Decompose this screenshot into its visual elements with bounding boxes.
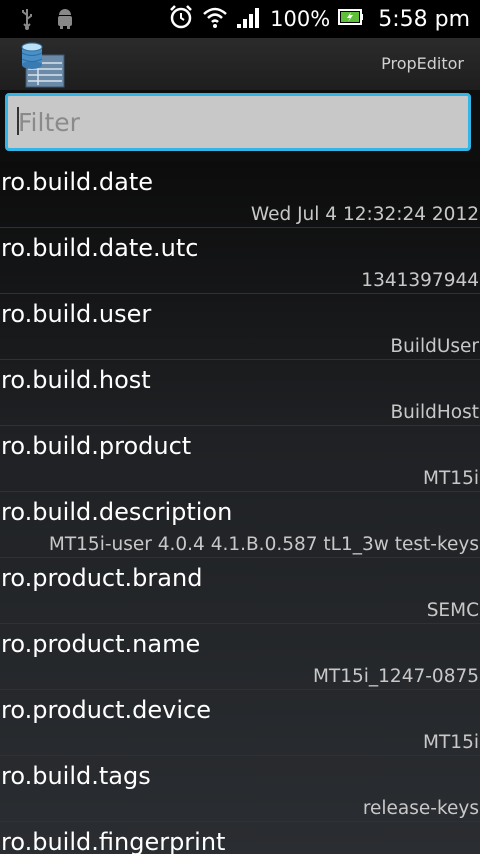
property-value: MT15i xyxy=(423,732,479,753)
text-cursor xyxy=(17,107,19,135)
property-key: ro.build.fingerprint xyxy=(1,828,226,854)
app-title: PropEditor xyxy=(381,54,464,73)
property-value: BuildHost xyxy=(390,402,479,423)
list-item[interactable]: ro.build.host BuildHost xyxy=(0,360,480,426)
list-item[interactable]: ro.build.description MT15i-user 4.0.4 4.1… xyxy=(0,492,480,558)
list-item[interactable]: ro.build.date.utc 1341397944 xyxy=(0,228,480,294)
list-item[interactable]: ro.build.date Wed Jul 4 12:32:24 2012 xyxy=(0,162,480,228)
property-value: SEMC xyxy=(426,600,479,621)
list-item[interactable]: ro.product.name MT15i_1247-0875 xyxy=(0,624,480,690)
battery-percent: 100% xyxy=(270,7,331,31)
property-value: MT15i xyxy=(423,468,479,489)
wifi-icon xyxy=(202,5,228,33)
usb-icon xyxy=(20,7,34,35)
signal-icon xyxy=(236,5,262,33)
property-value: release-keys xyxy=(362,798,479,819)
property-key: ro.product.name xyxy=(1,630,201,658)
status-bar: 100% 5:58 pm xyxy=(0,0,480,38)
property-key: ro.build.tags xyxy=(1,762,151,790)
property-value: BuildUser xyxy=(390,336,479,357)
list-item[interactable]: ro.build.fingerprint xyxy=(0,822,480,854)
android-debug-icon xyxy=(56,7,74,35)
property-list[interactable]: ro.build.date Wed Jul 4 12:32:24 2012 ro.b… xyxy=(0,162,480,854)
clock-time: 5:58 pm xyxy=(378,6,470,32)
property-value: 1341397944 xyxy=(361,270,479,291)
property-key: ro.build.host xyxy=(1,366,151,394)
list-item[interactable]: ro.build.product MT15i xyxy=(0,426,480,492)
filter-input[interactable] xyxy=(5,93,471,151)
filter-bar xyxy=(0,90,480,162)
property-key: ro.build.date.utc xyxy=(1,234,199,262)
list-item[interactable]: ro.product.brand SEMC xyxy=(0,558,480,624)
property-key: ro.product.device xyxy=(1,696,211,724)
list-item[interactable]: ro.product.device MT15i xyxy=(0,690,480,756)
list-item[interactable]: ro.build.tags release-keys xyxy=(0,756,480,822)
alarm-clock-icon xyxy=(168,4,194,34)
action-bar: PropEditor xyxy=(0,38,480,90)
property-key: ro.build.description xyxy=(1,498,233,526)
property-key: ro.product.brand xyxy=(1,564,203,592)
property-key: ro.build.date xyxy=(1,168,153,196)
database-icon[interactable] xyxy=(18,41,68,89)
property-value: MT15i-user 4.0.4 4.1.B.0.587 tL1_3w test… xyxy=(48,534,479,555)
property-value: MT15i_1247-0875 xyxy=(312,666,479,687)
battery-icon xyxy=(338,7,364,31)
property-key: ro.build.user xyxy=(1,300,152,328)
property-key: ro.build.product xyxy=(1,432,192,460)
property-value: Wed Jul 4 12:32:24 2012 xyxy=(250,204,479,225)
list-item[interactable]: ro.build.user BuildUser xyxy=(0,294,480,360)
